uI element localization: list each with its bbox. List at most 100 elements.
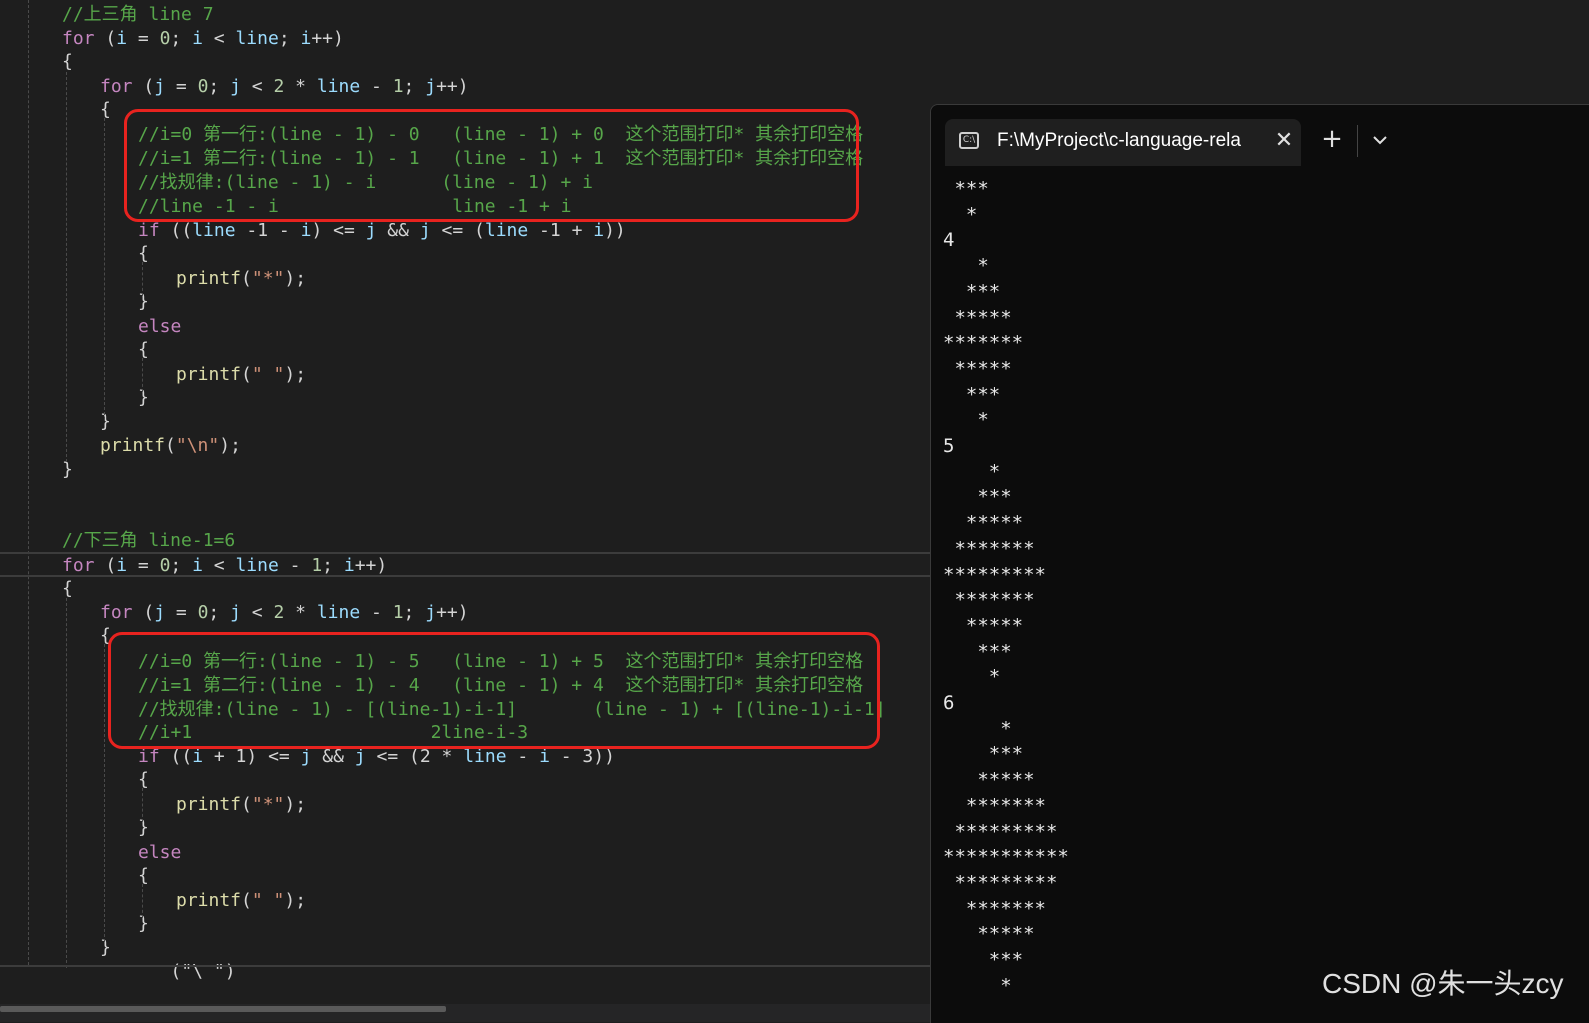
code-token: { (138, 339, 149, 360)
code-token: ; (208, 602, 231, 623)
code-token: && (311, 746, 355, 767)
code-token: 2 (273, 76, 285, 97)
code-token: 2 (273, 602, 285, 623)
code-token: "*" (251, 268, 285, 289)
code-token: ); (219, 435, 241, 456)
code-token: * (284, 76, 317, 97)
code-token: printf (176, 364, 242, 385)
code-token: * (284, 602, 317, 623)
code-token: else (138, 842, 182, 863)
code-token: line (316, 602, 361, 623)
code-line: for (i = 0; i < line; i++) (62, 27, 344, 51)
code-token: { (138, 769, 149, 790)
code-token: " " (251, 890, 285, 911)
code-line: { (62, 50, 73, 74)
code-line: } (62, 458, 73, 482)
code-token: ); (284, 794, 307, 815)
code-token: line (484, 220, 529, 241)
close-icon[interactable]: ✕ (1271, 127, 1297, 155)
terminal-tab[interactable]: C:\ F:\MyProject\c-language-rela ✕ (945, 119, 1301, 166)
code-token: <= ( (430, 220, 485, 241)
code-token: i (300, 220, 312, 241)
code-token: j (354, 746, 366, 767)
code-line: { (138, 338, 149, 362)
editor-bottom-border (0, 965, 930, 967)
code-token: { (62, 51, 73, 72)
code-line: if ((line -1 - i) <= j && j <= (line -1 … (138, 219, 626, 243)
code-token: j (425, 602, 437, 623)
code-line: ("\ ") (138, 960, 236, 984)
code-line: } (138, 912, 149, 936)
code-token: else (138, 316, 182, 337)
terminal-icon: C:\ (959, 132, 979, 149)
code-token: -1 + (528, 220, 594, 241)
code-token: ++) (311, 28, 344, 49)
code-token: ( (241, 268, 252, 289)
code-token: - (506, 746, 540, 767)
code-token: ); (284, 268, 307, 289)
code-token: = (165, 602, 198, 623)
code-token: i (539, 746, 550, 767)
terminal-window[interactable]: C:\ F:\MyProject\c-language-rela ✕ + ***… (930, 104, 1589, 1023)
code-line: else (138, 315, 181, 339)
code-line: { (62, 577, 73, 601)
code-line: } (138, 386, 149, 410)
code-token: 1 (392, 76, 404, 97)
code-token: } (100, 937, 111, 958)
code-token: ( (241, 890, 252, 911)
code-token: line (235, 28, 279, 49)
indent-guide (142, 788, 143, 822)
code-token: } (100, 411, 111, 432)
code-token: { (62, 578, 73, 599)
code-line: } (138, 290, 149, 314)
code-token: for (100, 602, 133, 623)
code-token: 0 (159, 555, 171, 576)
code-line: printf(" "); (176, 889, 306, 913)
code-token: if (138, 220, 160, 241)
scrollbar-thumb[interactable] (0, 1006, 446, 1012)
code-line: //上三角 line 7 (62, 3, 214, 27)
code-token: line (316, 76, 361, 97)
code-token: " " (251, 364, 285, 385)
terminal-output: *** * 4 * *** ***** ******* ***** *** * … (943, 178, 1069, 997)
code-token: -1 - (235, 220, 301, 241)
code-token: //上三角 line 7 (62, 4, 214, 25)
code-token: ( (94, 28, 117, 49)
code-token: line (192, 220, 236, 241)
code-token: ( (132, 76, 155, 97)
code-token: i (192, 746, 204, 767)
code-line: { (138, 242, 149, 266)
code-token: ++) (436, 602, 469, 623)
line-highlight-top-border (0, 552, 930, 554)
code-token: && (376, 220, 420, 241)
watermark: CSDN @朱一头zcy (1322, 968, 1564, 999)
code-token: ( (165, 435, 176, 456)
code-token: line (463, 746, 507, 767)
code-token: "\n" (175, 435, 220, 456)
new-tab-button[interactable]: + (1317, 123, 1347, 155)
code-token: 0 (197, 76, 209, 97)
code-token: if (138, 746, 160, 767)
code-token: (( (159, 220, 193, 241)
code-token: ; (278, 28, 301, 49)
code-token: for (62, 28, 95, 49)
code-line: } (100, 410, 111, 434)
code-token: { (138, 865, 149, 886)
code-line: printf("*"); (176, 793, 306, 817)
code-token: ); (284, 364, 307, 385)
code-token: ); (284, 890, 307, 911)
code-token: < (240, 602, 274, 623)
code-line: for (j = 0; j < 2 * line - 1; j++) (100, 601, 469, 625)
indent-guide (142, 358, 143, 392)
annotation-box-lower (108, 632, 880, 749)
code-token: i (343, 555, 355, 576)
code-token: < (202, 555, 236, 576)
code-line: else (138, 841, 181, 865)
code-token: j (419, 220, 431, 241)
chevron-down-icon[interactable] (1365, 125, 1395, 155)
code-token: j (300, 746, 312, 767)
code-line: //下三角 line-1=6 (62, 529, 235, 553)
code-token: j (230, 602, 241, 623)
code-token: } (138, 387, 149, 408)
code-token: - (360, 76, 393, 97)
